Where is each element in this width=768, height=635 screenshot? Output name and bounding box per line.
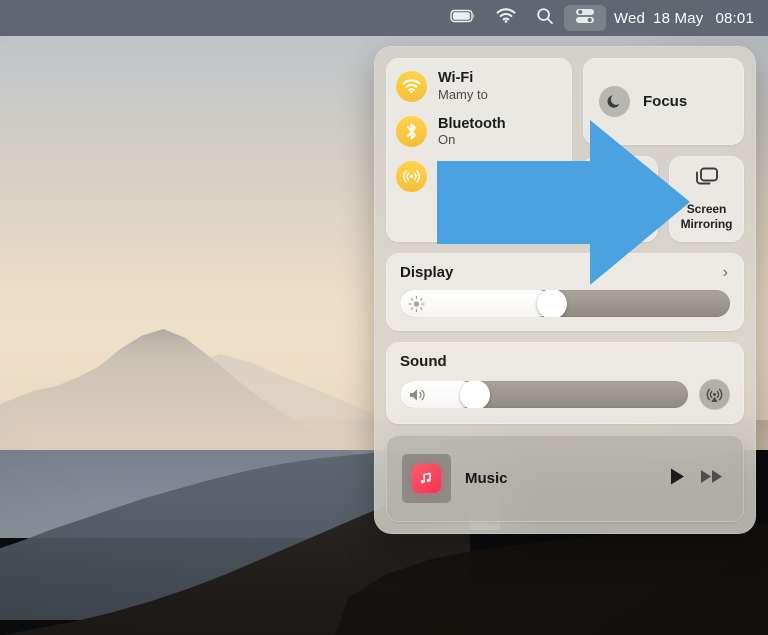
wifi-network-name: Mamy to: [438, 88, 488, 103]
wifi-label: Wi-Fi: [438, 70, 488, 87]
bluetooth-status: On: [438, 133, 506, 148]
sound-module: Sound: [386, 342, 744, 424]
focus-label: Focus: [643, 93, 687, 110]
speaker-icon: [408, 387, 428, 403]
display-slider-knob[interactable]: [537, 290, 567, 317]
airplay-audio-icon[interactable]: [699, 379, 730, 410]
control-center-panel: Wi-Fi Mamy to Bluetooth On: [374, 46, 756, 534]
screen-mirroring-icon: [692, 165, 722, 195]
keyboard-brightness-tile[interactable]: Keyboard Brightness: [583, 156, 658, 242]
music-title: Music: [465, 470, 655, 487]
clock-day: Wed: [614, 10, 645, 27]
wifi-control[interactable]: Wi-Fi Mamy to: [396, 70, 562, 103]
chevron-right-icon[interactable]: ›: [723, 265, 730, 281]
menu-bar: Wed 18 May 08:01: [0, 0, 768, 36]
control-center-menu-item[interactable]: [564, 5, 606, 31]
bluetooth-icon: [396, 116, 427, 147]
sound-header: Sound: [400, 353, 730, 370]
screen-mirroring-tile[interactable]: Screen Mirroring: [669, 156, 744, 242]
keyboard-brightness-label: Keyboard Brightness: [590, 202, 652, 230]
clock-time: 08:01: [715, 10, 754, 27]
control-center-right-column: Focus: [583, 58, 744, 242]
airdrop-control[interactable]: AirDrop: [396, 161, 562, 192]
battery-icon: [450, 9, 476, 28]
control-center-icon: [574, 7, 596, 30]
wifi-icon: [396, 71, 427, 102]
display-brightness-slider[interactable]: [400, 290, 730, 317]
display-slider-row: [400, 290, 730, 317]
screen-mirroring-label: Screen Mirroring: [681, 202, 733, 230]
battery-status-item[interactable]: [440, 5, 486, 31]
display-header[interactable]: Display ›: [400, 264, 730, 281]
sound-slider-row: [400, 379, 730, 410]
sound-volume-slider[interactable]: [400, 381, 688, 408]
airdrop-label: AirDrop: [438, 168, 492, 185]
display-label: Display: [400, 264, 453, 281]
brightness-icon: [408, 295, 425, 312]
bluetooth-label: Bluetooth: [438, 116, 506, 133]
play-icon[interactable]: [669, 467, 686, 491]
fast-forward-icon[interactable]: [700, 468, 724, 490]
spotlight-search-item[interactable]: [526, 5, 564, 31]
search-icon: [536, 7, 554, 30]
bluetooth-control[interactable]: Bluetooth On: [396, 116, 562, 149]
control-center-top-row: Wi-Fi Mamy to Bluetooth On: [386, 58, 744, 242]
music-module[interactable]: Music: [386, 435, 744, 522]
quick-tiles-row: Keyboard Brightness Screen Mirroring: [583, 156, 744, 242]
sound-slider-knob[interactable]: [460, 381, 490, 408]
focus-module[interactable]: Focus: [583, 58, 744, 145]
keyboard-brightness-icon: [602, 165, 640, 195]
clock-date: 18 May: [653, 10, 703, 27]
moon-icon: [599, 86, 630, 117]
sound-label: Sound: [400, 353, 447, 370]
display-module: Display ›: [386, 253, 744, 331]
wifi-status-item[interactable]: [486, 5, 526, 31]
airdrop-icon: [396, 161, 427, 192]
connectivity-module: Wi-Fi Mamy to Bluetooth On: [386, 58, 572, 242]
wifi-icon: [496, 8, 516, 28]
menu-bar-clock[interactable]: Wed 18 May 08:01: [606, 10, 756, 27]
music-album-art: [402, 454, 451, 503]
music-app-icon: [412, 464, 441, 493]
music-controls: [669, 467, 728, 491]
